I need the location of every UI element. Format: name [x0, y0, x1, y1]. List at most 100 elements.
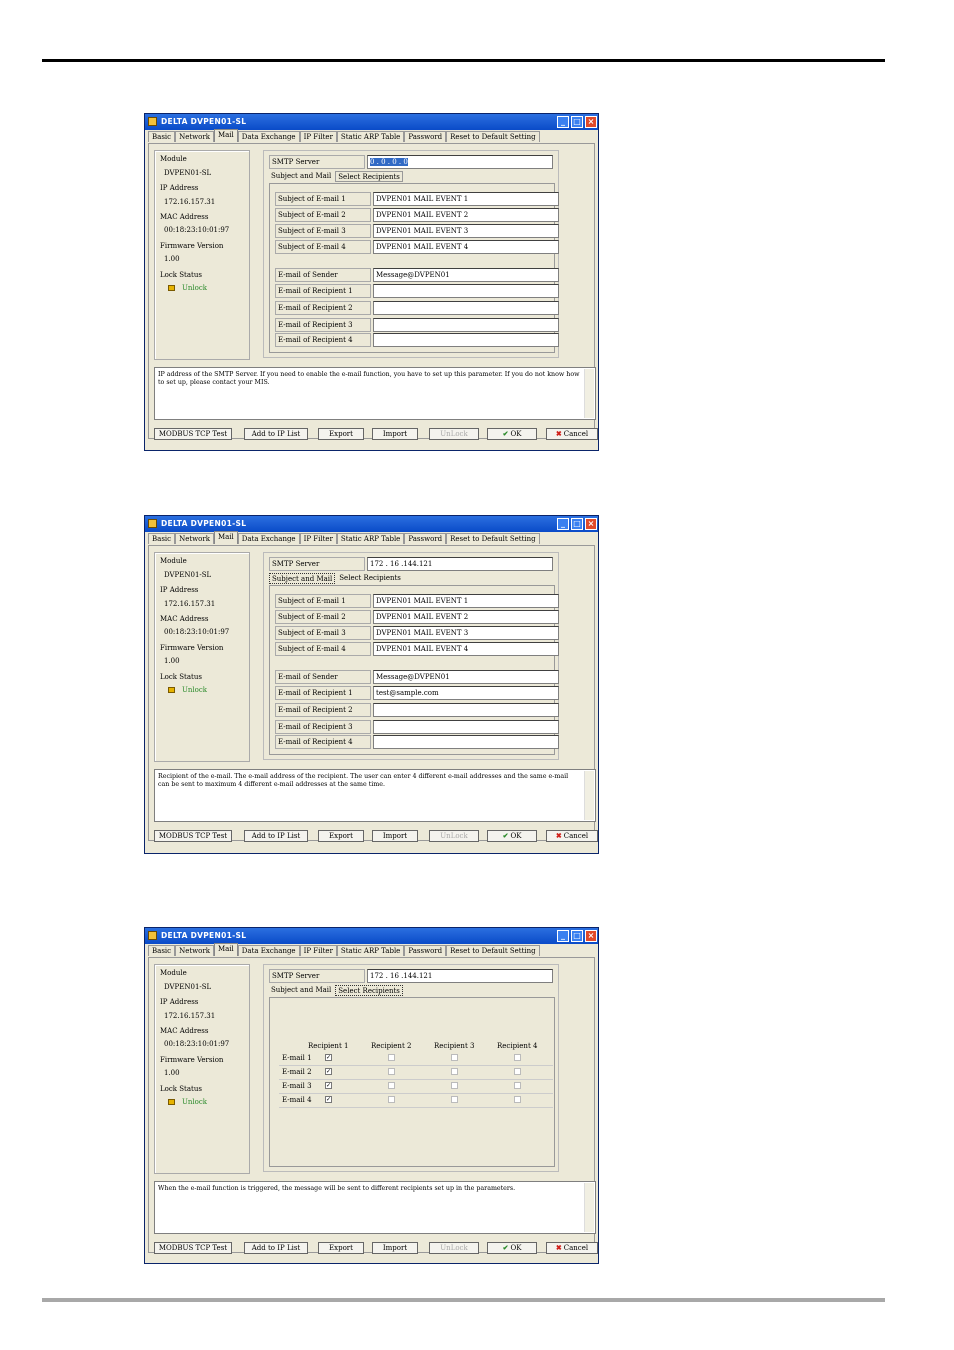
modbus-tcp-test-button[interactable]: MODBUS TCP Test [154, 1242, 232, 1254]
recipient-2-email-input[interactable] [373, 703, 559, 717]
recipient-4-email-input[interactable] [373, 735, 559, 749]
tab-password[interactable]: Password [404, 945, 447, 956]
cancel-button[interactable]: ✖ Cancel [546, 830, 598, 842]
tab-ip-filter[interactable]: IP Filter [299, 131, 337, 142]
tab-ip-filter[interactable]: IP Filter [299, 533, 337, 544]
recipient-1-email-input[interactable]: test@sample.com [373, 686, 559, 700]
subtab-subject-and-mail[interactable]: Subject and Mail [269, 573, 336, 584]
ok-button[interactable]: ✔ OK [487, 830, 537, 842]
subject-4-input[interactable]: DVPEN01 MAIL EVENT 4 [373, 240, 559, 254]
tab-static-arp-table[interactable]: Static ARP Table [336, 131, 405, 142]
email-3-recipient-1-checkbox[interactable]: ✓ [325, 1082, 332, 1089]
import-button[interactable]: Import [372, 428, 418, 440]
close-icon[interactable]: × [585, 116, 597, 128]
cancel-button[interactable]: ✖ Cancel [546, 1242, 598, 1254]
recipient-1-email-input[interactable] [373, 284, 559, 298]
subject-3-input[interactable]: DVPEN01 MAIL EVENT 3 [373, 224, 559, 238]
email-2-recipient-3-checkbox[interactable] [451, 1068, 458, 1075]
email-1-recipient-1-checkbox[interactable]: ✓ [325, 1054, 332, 1061]
export-button[interactable]: Export [318, 428, 364, 440]
email-4-recipient-4-checkbox[interactable] [514, 1096, 521, 1103]
cancel-button[interactable]: ✖ Cancel [546, 428, 598, 440]
tab-mail[interactable]: Mail [213, 943, 238, 956]
tab-reset-default[interactable]: Reset to Default Setting [446, 533, 540, 544]
tab-basic[interactable]: Basic [148, 945, 176, 956]
subject-1-input[interactable]: DVPEN01 MAIL EVENT 1 [373, 594, 559, 608]
subtab-select-recipients[interactable]: Select Recipients [335, 171, 403, 182]
tab-data-exchange[interactable]: Data Exchange [237, 945, 300, 956]
minimize-icon[interactable]: _ [557, 116, 569, 128]
close-icon[interactable]: × [585, 930, 597, 942]
email-3-recipient-4-checkbox[interactable] [514, 1082, 521, 1089]
recipient-2-email-input[interactable] [373, 301, 559, 315]
tab-basic[interactable]: Basic [148, 533, 176, 544]
subject-2-input[interactable]: DVPEN01 MAIL EVENT 2 [373, 208, 559, 222]
subject-4-input[interactable]: DVPEN01 MAIL EVENT 4 [373, 642, 559, 656]
email-2-recipient-4-checkbox[interactable] [514, 1068, 521, 1075]
tab-reset-default[interactable]: Reset to Default Setting [446, 945, 540, 956]
tab-network[interactable]: Network [175, 945, 214, 956]
description-scrollbar[interactable] [584, 771, 594, 820]
description-scrollbar[interactable] [584, 369, 594, 418]
email-4-recipient-3-checkbox[interactable] [451, 1096, 458, 1103]
email-1-recipient-4-checkbox[interactable] [514, 1054, 521, 1061]
recipient-3-email-input[interactable] [373, 720, 559, 734]
smtp-server-input[interactable]: 172 . 16 .144.121 [367, 969, 553, 983]
add-to-ip-list-button[interactable]: Add to IP List [244, 428, 308, 440]
unlock-button[interactable]: UnLock [429, 428, 479, 440]
export-button[interactable]: Export [318, 830, 364, 842]
tab-network[interactable]: Network [175, 533, 214, 544]
email-2-recipient-2-checkbox[interactable] [388, 1068, 395, 1075]
tab-data-exchange[interactable]: Data Exchange [237, 131, 300, 142]
tab-password[interactable]: Password [404, 131, 447, 142]
minimize-icon[interactable]: _ [557, 518, 569, 530]
tab-password[interactable]: Password [404, 533, 447, 544]
maximize-icon[interactable]: □ [571, 518, 583, 530]
tab-basic[interactable]: Basic [148, 131, 176, 142]
subtab-select-recipients[interactable]: Select Recipients [335, 985, 403, 996]
modbus-tcp-test-button[interactable]: MODBUS TCP Test [154, 830, 232, 842]
email-3-recipient-3-checkbox[interactable] [451, 1082, 458, 1089]
recipient-4-email-input[interactable] [373, 333, 559, 347]
description-box[interactable]: IP address of the SMTP Server. If you ne… [154, 367, 596, 420]
maximize-icon[interactable]: □ [571, 116, 583, 128]
subject-3-input[interactable]: DVPEN01 MAIL EVENT 3 [373, 626, 559, 640]
subtab-subject-and-mail[interactable]: Subject and Mail [269, 985, 333, 996]
subtab-select-recipients[interactable]: Select Recipients [337, 573, 403, 584]
tab-ip-filter[interactable]: IP Filter [299, 945, 337, 956]
tab-mail[interactable]: Mail [213, 531, 238, 544]
email-4-recipient-2-checkbox[interactable] [388, 1096, 395, 1103]
subtab-subject-and-mail[interactable]: Subject and Mail [269, 171, 333, 182]
close-icon[interactable]: × [585, 518, 597, 530]
smtp-server-input[interactable]: 0 . 0 . 0 . 0 [367, 155, 553, 169]
add-to-ip-list-button[interactable]: Add to IP List [244, 830, 308, 842]
tab-static-arp-table[interactable]: Static ARP Table [336, 533, 405, 544]
modbus-tcp-test-button[interactable]: MODBUS TCP Test [154, 428, 232, 440]
description-box[interactable]: Recipient of the e-mail. The e-mail addr… [154, 769, 596, 822]
tab-mail[interactable]: Mail [213, 129, 238, 142]
import-button[interactable]: Import [372, 1242, 418, 1254]
unlock-button[interactable]: UnLock [429, 830, 479, 842]
export-button[interactable]: Export [318, 1242, 364, 1254]
unlock-button[interactable]: UnLock [429, 1242, 479, 1254]
description-scrollbar[interactable] [584, 1183, 594, 1232]
email-4-recipient-1-checkbox[interactable]: ✓ [325, 1096, 332, 1103]
add-to-ip-list-button[interactable]: Add to IP List [244, 1242, 308, 1254]
import-button[interactable]: Import [372, 830, 418, 842]
tab-static-arp-table[interactable]: Static ARP Table [336, 945, 405, 956]
subject-2-input[interactable]: DVPEN01 MAIL EVENT 2 [373, 610, 559, 624]
email-3-recipient-2-checkbox[interactable] [388, 1082, 395, 1089]
recipient-3-email-input[interactable] [373, 318, 559, 332]
subject-1-input[interactable]: DVPEN01 MAIL EVENT 1 [373, 192, 559, 206]
email-1-recipient-2-checkbox[interactable] [388, 1054, 395, 1061]
ok-button[interactable]: ✔ OK [487, 428, 537, 440]
tab-network[interactable]: Network [175, 131, 214, 142]
description-box[interactable]: When the e-mail function is triggered, t… [154, 1181, 596, 1234]
email-1-recipient-3-checkbox[interactable] [451, 1054, 458, 1061]
sender-email-input[interactable]: Message@DVPEN01 [373, 670, 559, 684]
smtp-server-input[interactable]: 172 . 16 .144.121 [367, 557, 553, 571]
maximize-icon[interactable]: □ [571, 930, 583, 942]
sender-email-input[interactable]: Message@DVPEN01 [373, 268, 559, 282]
minimize-icon[interactable]: _ [557, 930, 569, 942]
tab-data-exchange[interactable]: Data Exchange [237, 533, 300, 544]
